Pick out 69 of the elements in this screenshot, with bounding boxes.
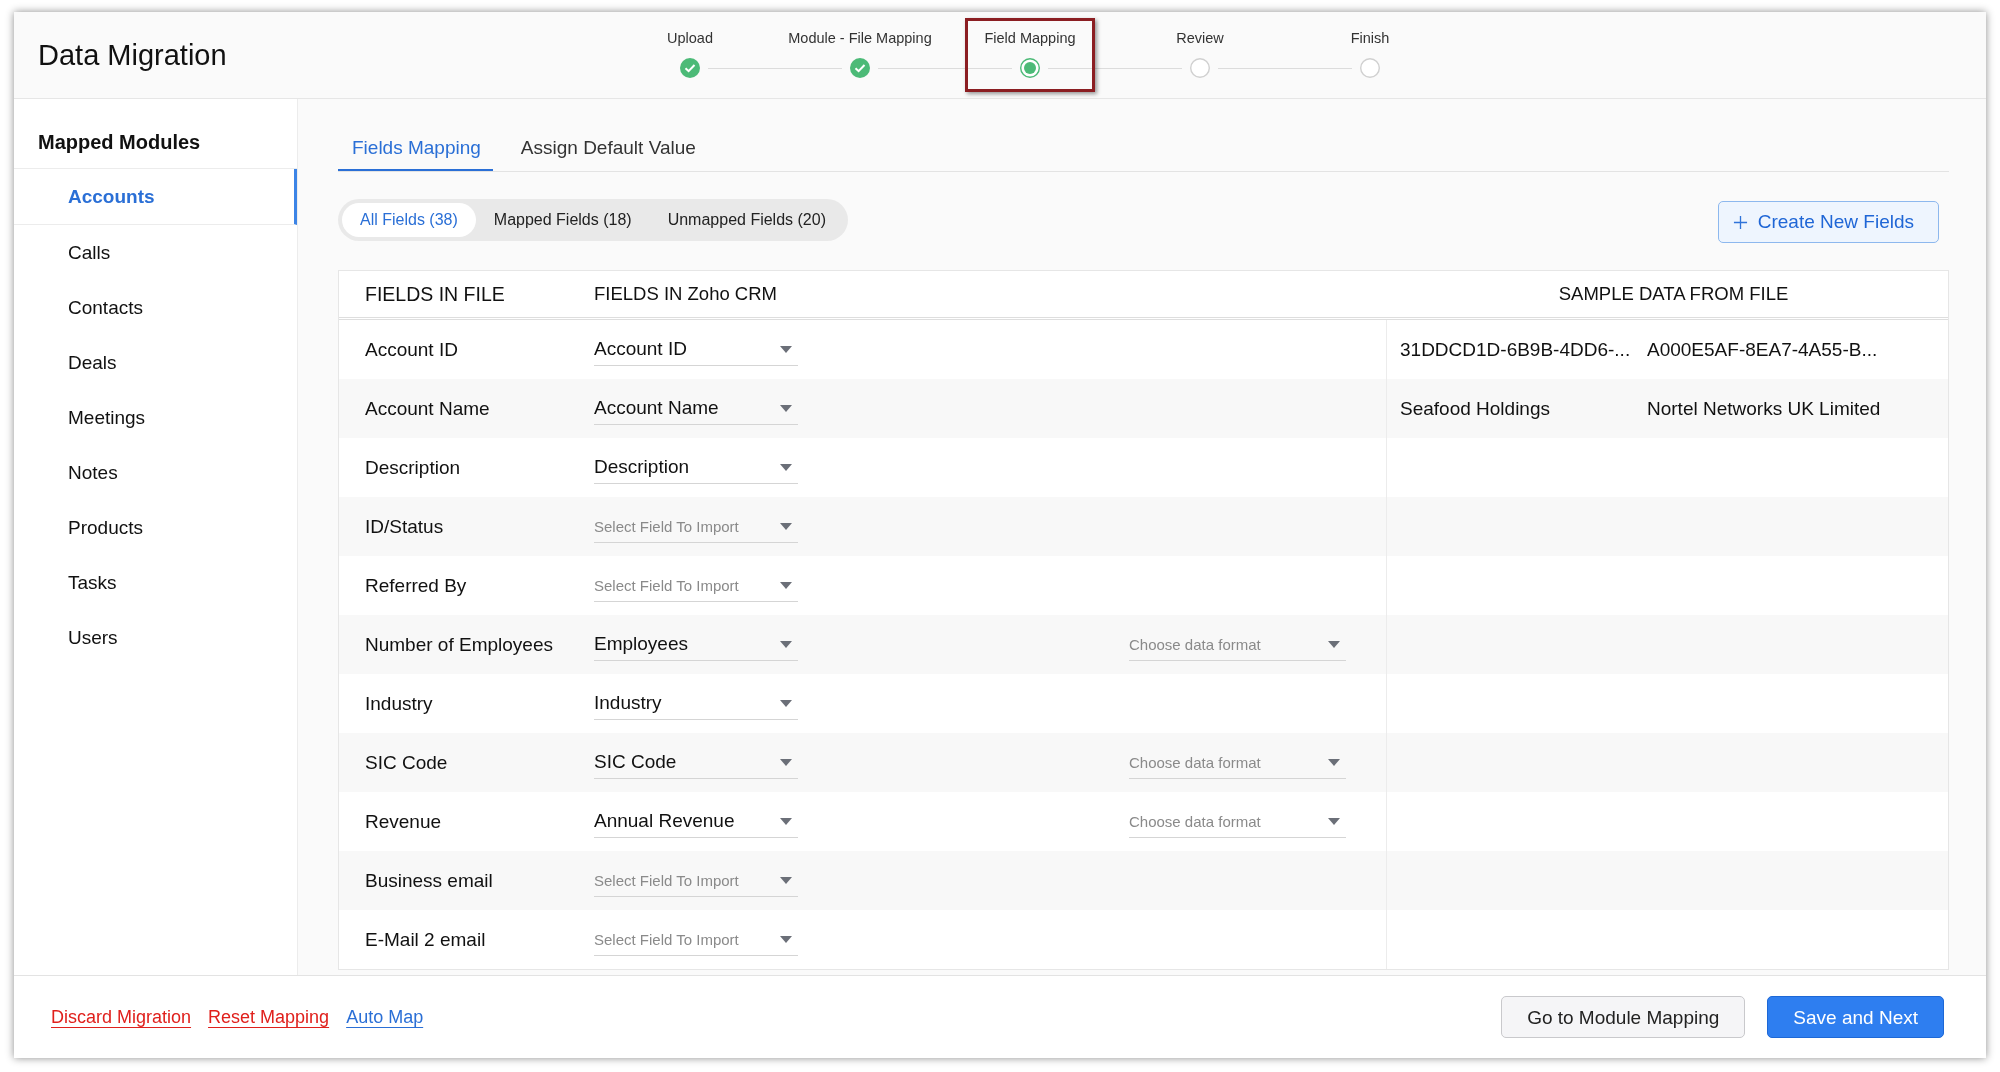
file-field-cell-text: Account Name [364,397,491,420]
sidebar-item[interactable]: Products [14,500,297,555]
sidebar-item[interactable]: Users [14,610,297,665]
file-field-cell-text: Referred By [364,574,468,597]
file-field-cell-text: Business email [364,869,494,892]
tab[interactable]: Fields Mapping [338,129,493,171]
create-new-fields-button[interactable]: Create New Fields [1717,201,1939,243]
file-field-cell-text: Industry [364,692,434,715]
crm-field-dropdown[interactable]: Industry [594,687,798,720]
step-label: Field Mapping [984,30,1076,48]
crm-field-dropdown[interactable]: Account ID [594,333,798,366]
crm-field-dropdown[interactable]: Description [594,451,798,484]
caret-icon [780,581,792,589]
caret-icon [780,640,792,648]
sample-data-cell-text: Seafood Holdings [1400,397,1551,420]
crm-field-dropdown[interactable]: Account Name [594,392,798,425]
column-header: FIELDS IN Zoho CRM [594,283,778,305]
caret-icon [780,345,792,353]
caret-icon [780,935,792,943]
column-header: SAMPLE DATA FROM FILE [1557,282,1790,306]
sidebar-item[interactable]: Calls [14,225,297,280]
file-field-cell-text: Revenue [364,810,443,833]
tab[interactable]: Assign Default Value [506,129,708,171]
filter-pill[interactable]: Mapped Fields (18) [475,203,650,237]
file-field-cell-text: Number of Employees [364,633,554,656]
caret-icon [780,699,792,707]
sidebar-item[interactable]: Notes [14,445,297,500]
crm-field-dropdown[interactable]: Employees [594,628,798,661]
plus-icon [1732,214,1748,230]
caret-icon [780,758,792,766]
footer-link[interactable]: Discard Migration [51,1006,192,1028]
file-field-cell-text: ID/Status [364,515,445,538]
filter-pill[interactable]: All Fields (38) [342,203,476,237]
footer-link[interactable]: Reset Mapping [208,1006,330,1028]
window-title: Data Migration [38,38,228,72]
back-button[interactable]: Go to Module Mapping [1501,996,1746,1038]
caret-icon [780,404,792,412]
sidebar-title: Mapped Modules [14,131,297,169]
step-label: Module - File Mapping [788,30,932,48]
caret-icon [780,463,792,471]
sample-data-cell-text: A000E5AF-8EA7-4A55-B... [1647,338,1879,361]
sample-data-cell-text: 31DDCD1D-6B9B-4DD6-... [1400,338,1632,361]
step-label: Upload [667,30,713,48]
caret-icon [780,817,792,825]
caret-icon [780,876,792,884]
data-format-dropdown[interactable]: Choose data format [1129,805,1346,838]
step-label: Review [1176,30,1224,48]
sidebar-item[interactable]: Meetings [14,390,297,445]
save-button[interactable]: Save and Next [1767,996,1944,1038]
sample-data-cell-text: Nortel Networks UK Limited [1647,397,1882,420]
caret-icon [1328,640,1340,648]
sidebar-item[interactable]: Contacts [14,280,297,335]
crm-field-dropdown[interactable]: Select Field To Import [594,923,798,956]
file-field-cell-text: Account ID [364,338,459,361]
file-field-cell-text: E-Mail 2 email [364,928,487,951]
crm-field-dropdown[interactable]: Annual Revenue [594,805,798,838]
filter-pill[interactable]: Unmapped Fields (20) [649,203,844,237]
file-field-cell-text: SIC Code [364,751,449,774]
crm-field-dropdown[interactable]: SIC Code [594,746,798,779]
column-header: FIELDS IN FILE [364,282,506,306]
sidebar-item[interactable]: Deals [14,335,297,390]
crm-field-dropdown[interactable]: Select Field To Import [594,569,798,602]
step-label: Finish [1350,30,1390,48]
caret-icon [1328,758,1340,766]
footer-link[interactable]: Auto Map [346,1006,424,1028]
caret-icon [1328,817,1340,825]
sidebar-item[interactable]: Tasks [14,555,297,610]
file-field-cell-text: Description [364,456,462,479]
caret-icon [780,522,792,530]
